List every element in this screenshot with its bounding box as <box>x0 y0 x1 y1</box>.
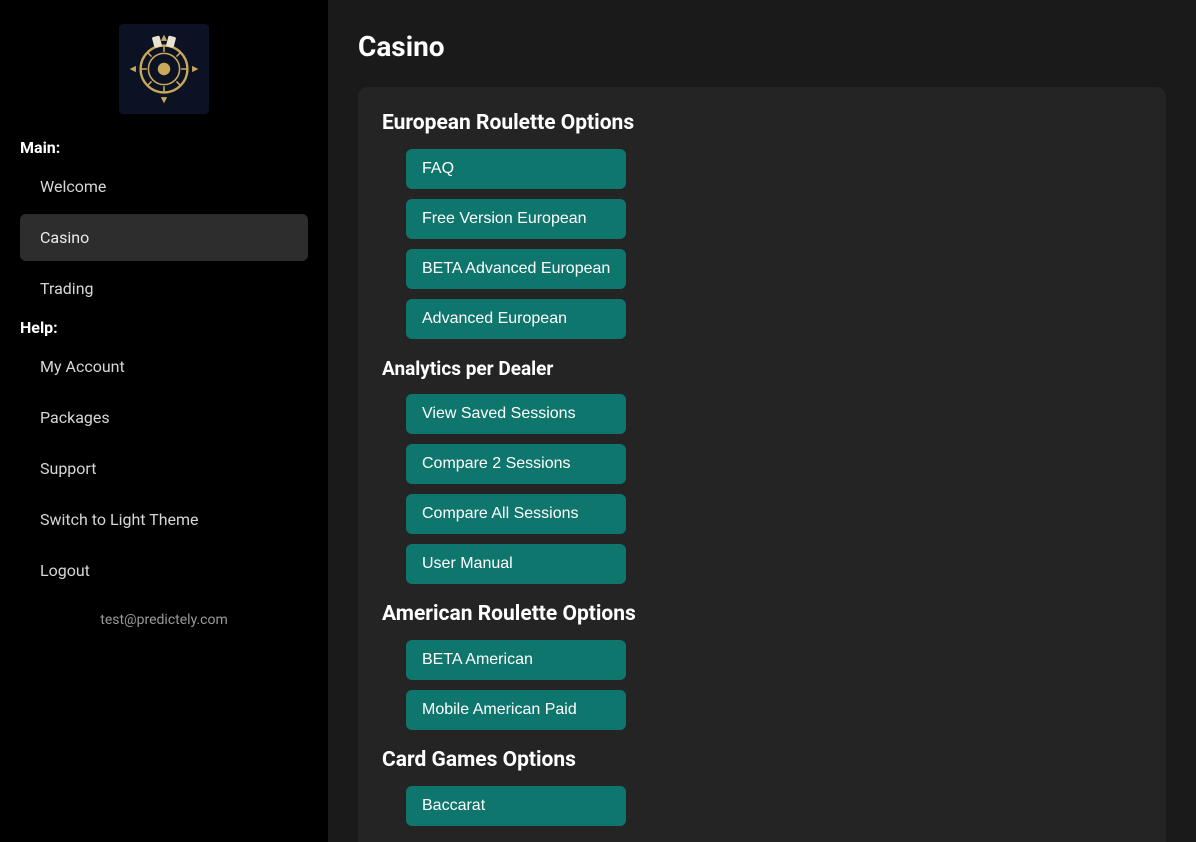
roulette-logo-icon <box>125 30 203 108</box>
group-european-roulette-buttons: FAQ Free Version European BETA Advanced Eu… <box>406 149 1142 339</box>
group-european-roulette-heading: European Roulette Options <box>382 111 1142 135</box>
user-email: test@predictely.com <box>10 612 318 628</box>
logo <box>119 24 209 114</box>
locked-row: 🔒Blackjack coming soon <box>406 836 603 842</box>
sidebar-section-label: Main: <box>20 138 318 157</box>
nav-item-switch-theme[interactable]: Switch to Light Theme <box>20 496 308 543</box>
btn-user-manual[interactable]: User Manual <box>406 544 626 584</box>
btn-faq[interactable]: FAQ <box>406 149 626 189</box>
btn-free-european[interactable]: Free Version European <box>406 199 626 239</box>
group-card-games-heading: Card Games Options <box>382 748 1142 772</box>
group-analytics-per-dealer-buttons: View Saved Sessions Compare 2 Sessions Com… <box>406 394 1142 584</box>
btn-beta-advanced-european[interactable]: BETA Advanced European <box>406 249 626 289</box>
nav-item-welcome[interactable]: Welcome <box>20 163 308 210</box>
sidebar: Main: WelcomeCasinoTrading Help: My Account… <box>0 0 328 842</box>
casino-card: European Roulette Options FAQ Free Version… <box>358 87 1166 842</box>
main-content: Casino European Roulette Options FAQ Free … <box>328 0 1196 842</box>
btn-view-saved-sessions[interactable]: View Saved Sessions <box>406 394 626 434</box>
btn-mobile-american-paid[interactable]: Mobile American Paid <box>406 690 626 730</box>
group-american-roulette-buttons: BETA American Mobile American Paid <box>406 640 1142 730</box>
logo-wrap <box>10 24 318 114</box>
nav-item-trading[interactable]: Trading <box>20 265 308 312</box>
page-title: Casino <box>358 30 1166 63</box>
btn-compare-all-sessions[interactable]: Compare All Sessions <box>406 494 626 534</box>
sidebar-section-label: Help: <box>20 318 318 337</box>
btn-compare-2-sessions[interactable]: Compare 2 Sessions <box>406 444 626 484</box>
nav-item-my-account[interactable]: My Account <box>20 343 308 390</box>
nav-item-support[interactable]: Support <box>20 445 308 492</box>
nav-item-logout[interactable]: Logout <box>20 547 308 594</box>
nav-item-packages[interactable]: Packages <box>20 394 308 441</box>
group-card-games-buttons: Baccarat 🔒Blackjack coming soon <box>406 786 1142 842</box>
group-american-roulette-heading: American Roulette Options <box>382 602 1142 626</box>
group-analytics-per-dealer-heading: Analytics per Dealer <box>382 357 1142 380</box>
btn-advanced-european[interactable]: Advanced European <box>406 299 626 339</box>
btn-baccarat[interactable]: Baccarat <box>406 786 626 826</box>
btn-beta-american[interactable]: BETA American <box>406 640 626 680</box>
nav-item-casino[interactable]: Casino <box>20 214 308 261</box>
